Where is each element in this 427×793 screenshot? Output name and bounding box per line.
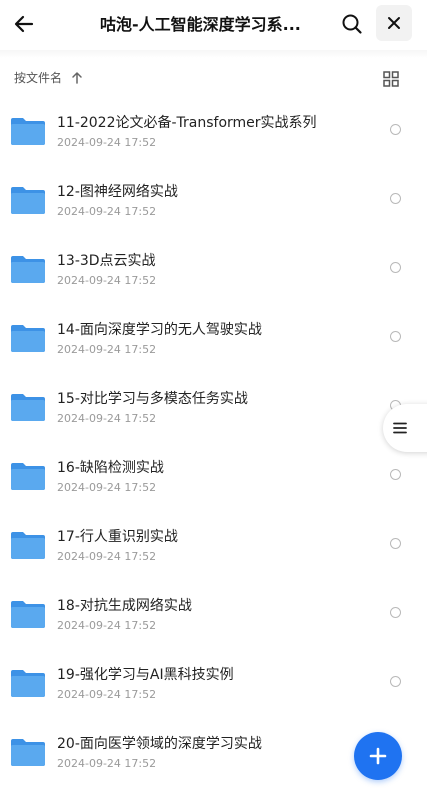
file-row[interactable]: 18-对抗生成网络实战 2024-09-24 17:52 [0,583,427,652]
file-row[interactable]: 11-2022论文必备-Transformer实战系列 2024-09-24 1… [0,100,427,169]
search-icon [342,14,362,34]
folder-icon [11,118,45,145]
file-name: 16-缺陷检测实战 [57,460,164,476]
folder-icon [11,532,45,559]
select-radio[interactable] [390,262,401,273]
file-name: 14-面向深度学习的无人驾驶实战 [57,322,262,338]
select-radio[interactable] [390,538,401,549]
file-row[interactable]: 16-缺陷检测实战 2024-09-24 17:52 [0,445,427,514]
file-date: 2024-09-24 17:52 [57,481,157,494]
file-name: 17-行人重识别实战 [57,529,178,545]
search-button[interactable] [334,6,370,42]
file-date: 2024-09-24 17:52 [57,274,157,287]
select-radio[interactable] [390,607,401,618]
file-date: 2024-09-24 17:52 [57,757,157,770]
folder-icon [11,601,45,628]
file-date: 2024-09-24 17:52 [57,412,157,425]
select-radio[interactable] [390,124,401,135]
file-name: 13-3D点云实战 [57,253,156,269]
file-name: 20-面向医学领域的深度学习实战 [57,736,262,752]
file-date: 2024-09-24 17:52 [57,205,157,218]
folder-icon [11,325,45,352]
folder-icon [11,256,45,283]
menu-icon [393,422,407,434]
file-row[interactable]: 17-行人重识别实战 2024-09-24 17:52 [0,514,427,583]
file-row[interactable]: 13-3D点云实战 2024-09-24 17:52 [0,238,427,307]
plus-icon [369,747,387,765]
arrow-up-icon[interactable] [70,71,84,85]
file-name: 15-对比学习与多模态任务实战 [57,391,248,407]
add-button[interactable] [354,732,402,780]
file-name: 18-对抗生成网络实战 [57,598,192,614]
folder-icon [11,463,45,490]
file-browser-screen: 咕泡-人工智能深度学习系... 按文件名 11-2022论文必备-Transfo… [0,0,427,793]
file-date: 2024-09-24 17:52 [57,688,157,701]
folder-icon [11,187,45,214]
folder-icon [11,670,45,697]
file-row[interactable]: 12-图神经网络实战 2024-09-24 17:52 [0,169,427,238]
page-title: 咕泡-人工智能深度学习系... [100,15,301,34]
select-radio[interactable] [390,469,401,480]
sort-bar: 按文件名 [0,58,427,100]
file-name: 12-图神经网络实战 [57,184,178,200]
file-list: 11-2022论文必备-Transformer实战系列 2024-09-24 1… [0,100,427,790]
select-radio[interactable] [390,331,401,342]
side-menu-button[interactable] [383,404,427,452]
top-bar: 咕泡-人工智能深度学习系... [0,0,427,50]
close-icon [388,17,400,29]
file-row[interactable]: 15-对比学习与多模态任务实战 2024-09-24 17:52 [0,376,427,445]
arrow-left-icon [14,15,34,33]
file-row[interactable]: 19-强化学习与AI黑科技实例 2024-09-24 17:52 [0,652,427,721]
file-row[interactable]: 14-面向深度学习的无人驾驶实战 2024-09-24 17:52 [0,307,427,376]
close-button[interactable] [376,5,412,41]
file-date: 2024-09-24 17:52 [57,550,157,563]
scroll-shade [0,50,427,58]
grid-view-icon[interactable] [382,70,400,88]
file-name: 11-2022论文必备-Transformer实战系列 [57,115,317,131]
select-radio[interactable] [390,193,401,204]
file-name: 19-强化学习与AI黑科技实例 [57,667,234,683]
sort-by-name-button[interactable]: 按文件名 [14,70,62,86]
back-button[interactable] [6,6,42,42]
file-date: 2024-09-24 17:52 [57,619,157,632]
folder-icon [11,394,45,421]
file-date: 2024-09-24 17:52 [57,343,157,356]
file-date: 2024-09-24 17:52 [57,136,157,149]
select-radio[interactable] [390,676,401,687]
folder-icon [11,739,45,766]
